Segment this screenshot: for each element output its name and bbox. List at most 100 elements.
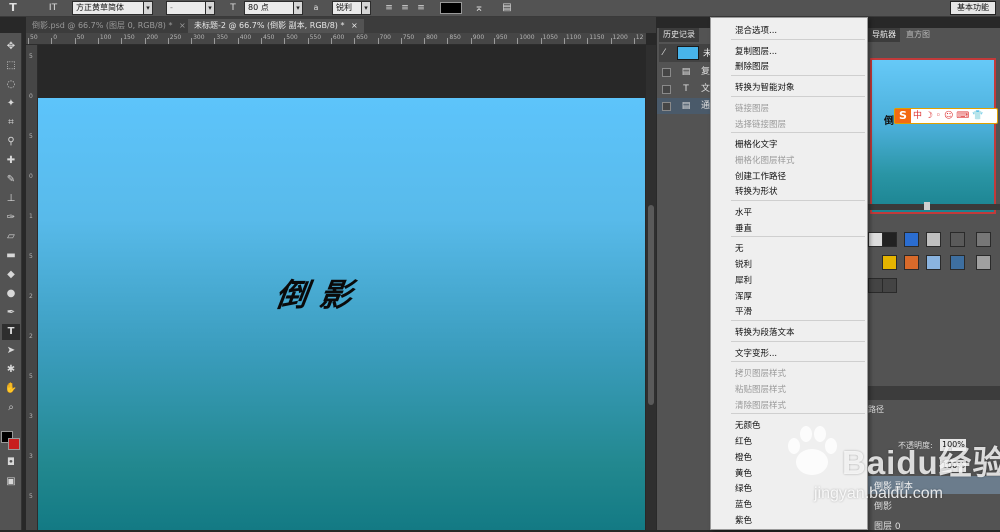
menu-item[interactable]: 平滑: [735, 305, 752, 317]
align-left-icon[interactable]: ≡: [382, 1, 396, 15]
menu-item[interactable]: 黄色: [735, 467, 752, 479]
menu-item[interactable]: 转换为形状: [735, 185, 778, 197]
close-icon[interactable]: ×: [179, 21, 186, 30]
menu-item[interactable]: 栅格化文字: [735, 138, 778, 150]
align-right-icon[interactable]: ≡: [414, 1, 428, 15]
visibility-checkbox[interactable]: [662, 68, 671, 77]
move-tool-icon[interactable]: ✥: [2, 39, 20, 55]
type-tool-icon[interactable]: T: [6, 1, 20, 15]
text-orientation-icon[interactable]: IT: [46, 1, 60, 15]
marquee-tool-icon[interactable]: ⬚: [2, 58, 20, 74]
hand-tool-icon[interactable]: ✋: [2, 381, 20, 397]
menu-item[interactable]: 浑厚: [735, 290, 752, 302]
navigator-thumbnail[interactable]: 倒 S 中 ☽ ◦ ☺ ⌨ 👕: [870, 58, 998, 214]
visibility-checkbox[interactable]: [662, 102, 671, 111]
zoom-slider-track[interactable]: [868, 202, 1000, 210]
font-style-dropdown-icon[interactable]: ▾: [205, 1, 215, 15]
style-swatch[interactable]: [868, 278, 883, 293]
menu-item[interactable]: 转换为智能对象: [735, 81, 795, 93]
text-color-swatch[interactable]: [440, 2, 462, 14]
menu-item[interactable]: 复制图层...: [735, 45, 777, 57]
pen-tool-icon[interactable]: ✒: [2, 305, 20, 321]
style-swatch[interactable]: [950, 255, 965, 270]
type-tool-icon[interactable]: T: [2, 324, 20, 340]
menu-item[interactable]: 水平: [735, 206, 752, 218]
menu-item[interactable]: 转换为段落文本: [735, 326, 795, 338]
menu-item[interactable]: 绿色: [735, 482, 752, 494]
zoom-slider-handle[interactable]: [924, 202, 930, 210]
menu-item[interactable]: 橙色: [735, 451, 752, 463]
magic-wand-tool-icon[interactable]: ✦: [2, 96, 20, 112]
align-center-icon[interactable]: ≡: [398, 1, 412, 15]
close-icon[interactable]: ×: [351, 21, 358, 30]
menu-separator: [731, 319, 865, 321]
font-size-dropdown-icon[interactable]: ▾: [293, 1, 303, 15]
brush-tool-icon[interactable]: ✎: [2, 172, 20, 188]
dodge-tool-icon[interactable]: ●: [2, 286, 20, 302]
eyedropper-tool-icon[interactable]: ⚲: [2, 134, 20, 150]
workspace-button[interactable]: 基本功能: [950, 1, 996, 15]
style-swatch[interactable]: [882, 232, 897, 247]
menu-item[interactable]: 紫色: [735, 514, 752, 526]
healing-brush-tool-icon[interactable]: ✚: [2, 153, 20, 169]
font-family-select[interactable]: 方正黄草简体: [72, 1, 144, 15]
ruler-label: 700: [379, 34, 391, 41]
screen-mode-icon[interactable]: ▣: [2, 474, 20, 490]
menu-item[interactable]: 犀利: [735, 274, 752, 286]
history-snapshot-row[interactable]: ⁄ 未: [659, 44, 717, 62]
menu-item[interactable]: 红色: [735, 435, 752, 447]
style-swatch[interactable]: [976, 255, 991, 270]
style-swatch[interactable]: [926, 232, 941, 247]
canvas-text-layer[interactable]: 倒影: [273, 270, 367, 316]
blur-tool-icon[interactable]: ◆: [2, 267, 20, 283]
tab-paths[interactable]: 路径: [868, 404, 884, 416]
ime-toolbar[interactable]: S 中 ☽ ◦ ☺ ⌨ 👕: [894, 108, 998, 124]
quick-mask-icon[interactable]: ◘: [2, 455, 20, 471]
tab-histogram[interactable]: 直方图: [902, 28, 934, 42]
style-swatch[interactable]: [926, 255, 941, 270]
menu-item[interactable]: 垂直: [735, 222, 752, 234]
crop-tool-icon[interactable]: ⌗: [2, 115, 20, 131]
style-swatch[interactable]: [976, 232, 991, 247]
anti-alias-select[interactable]: 锐利: [332, 1, 362, 15]
vertical-scrollbar[interactable]: [646, 45, 656, 530]
font-style-select[interactable]: -: [166, 1, 206, 15]
style-swatch[interactable]: [950, 232, 965, 247]
warp-text-icon[interactable]: ⌅: [472, 1, 486, 15]
style-swatch[interactable]: [882, 278, 897, 293]
style-swatch[interactable]: [882, 255, 897, 270]
document-canvas[interactable]: 倒影: [38, 98, 645, 530]
ruler-tick: [307, 38, 309, 44]
menu-item[interactable]: 锐利: [735, 258, 752, 270]
anti-alias-dropdown-icon[interactable]: ▾: [361, 1, 371, 15]
tab-document-1[interactable]: 倒影.psd @ 66.7% (图层 0, RGB/8) * ×: [26, 19, 192, 33]
style-swatch[interactable]: [868, 232, 883, 247]
menu-item[interactable]: 蓝色: [735, 498, 752, 510]
character-panel-icon[interactable]: ▤: [500, 1, 514, 15]
shape-tool-icon[interactable]: ✱: [2, 362, 20, 378]
tab-history[interactable]: 历史记录: [659, 28, 699, 42]
font-family-dropdown-icon[interactable]: ▾: [143, 1, 153, 15]
menu-item[interactable]: 无颜色: [735, 419, 761, 431]
tab-document-2[interactable]: 未标题-2 @ 66.7% (倒影 副本, RGB/8) * ×: [188, 19, 364, 33]
menu-item[interactable]: 无: [735, 242, 744, 254]
tab-navigator[interactable]: 导航器: [868, 28, 900, 42]
path-selection-tool-icon[interactable]: ➤: [2, 343, 20, 359]
eraser-tool-icon[interactable]: ▱: [2, 229, 20, 245]
style-swatch[interactable]: [904, 232, 919, 247]
background-color-swatch[interactable]: [8, 438, 20, 450]
history-brush-tool-icon[interactable]: ✑: [2, 210, 20, 226]
visibility-checkbox[interactable]: [662, 85, 671, 94]
clone-stamp-tool-icon[interactable]: ⊥: [2, 191, 20, 207]
menu-item[interactable]: 混合选项...: [735, 24, 777, 36]
menu-item[interactable]: 创建工作路径: [735, 170, 786, 182]
zoom-tool-icon[interactable]: ⌕: [2, 400, 20, 416]
lasso-tool-icon[interactable]: ◌: [2, 77, 20, 93]
ruler-tick: [424, 38, 426, 44]
menu-item[interactable]: 删除图层: [735, 60, 769, 72]
style-swatch[interactable]: [904, 255, 919, 270]
scrollbar-thumb[interactable]: [648, 205, 654, 405]
font-size-input[interactable]: 80 点: [244, 1, 294, 15]
gradient-tool-icon[interactable]: ▬: [2, 248, 20, 264]
menu-item[interactable]: 文字变形...: [735, 347, 777, 359]
